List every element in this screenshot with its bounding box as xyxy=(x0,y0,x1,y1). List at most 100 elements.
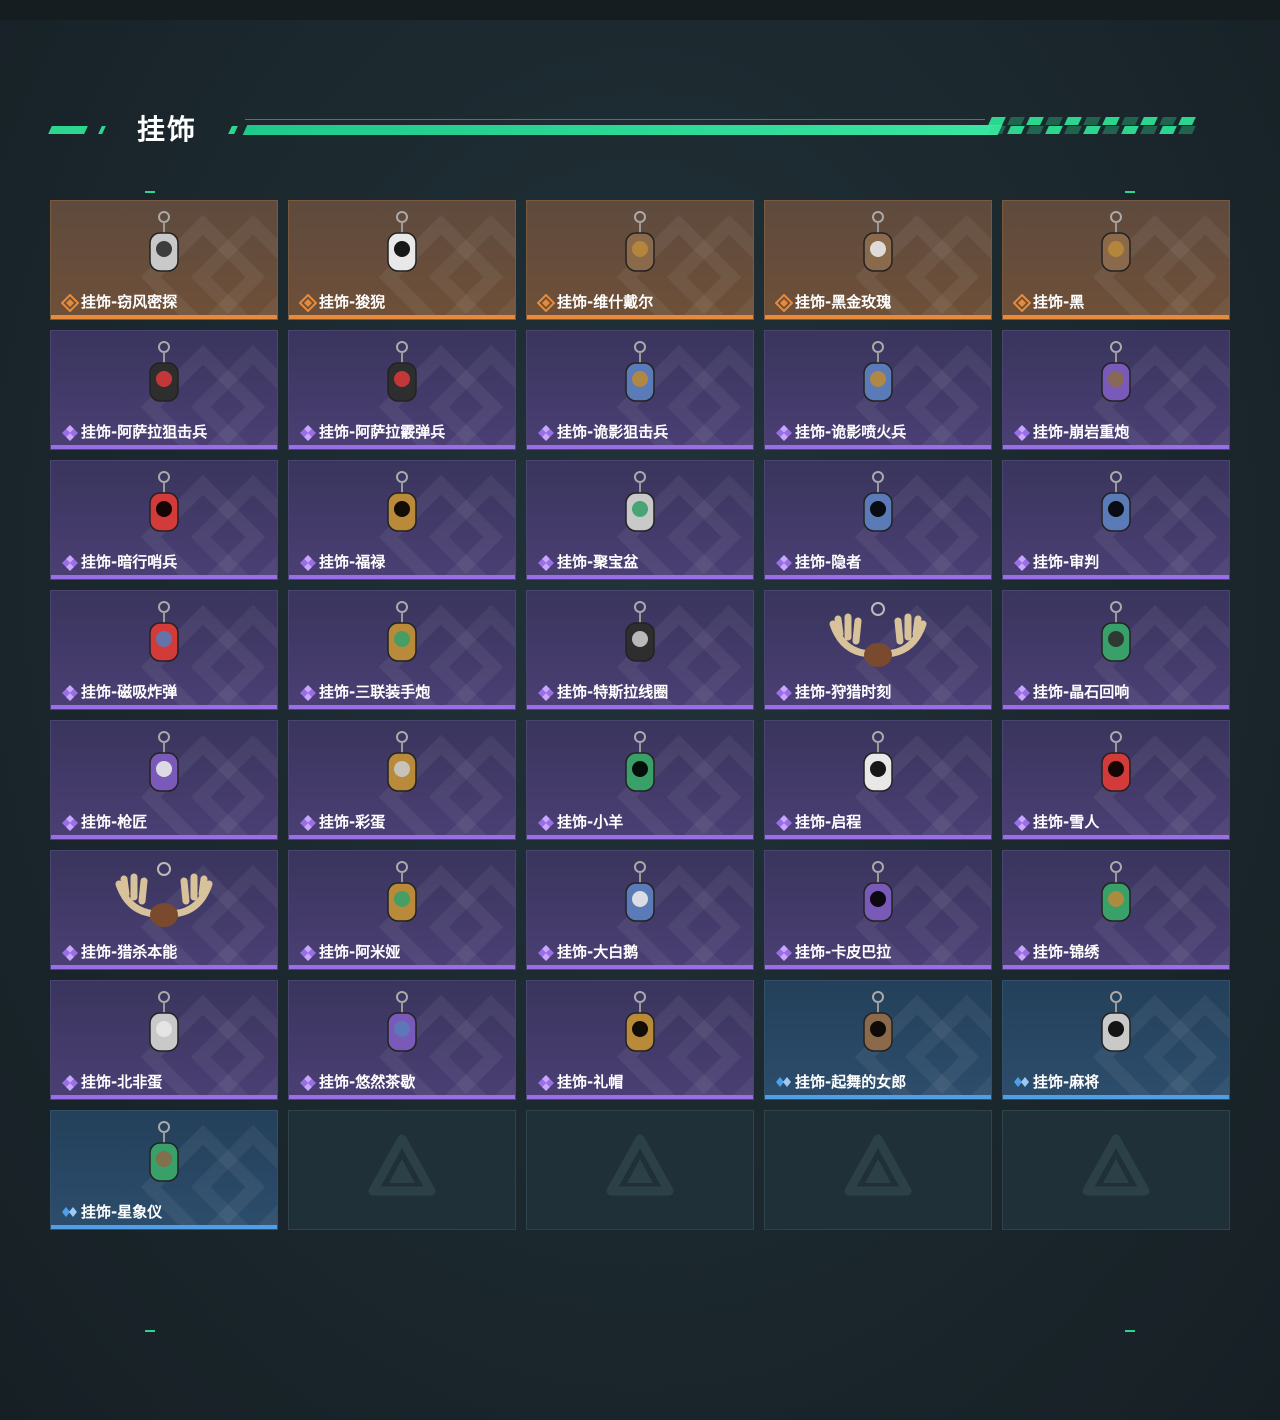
charm-label: 挂饰-起舞的女郎 xyxy=(775,1071,906,1092)
charm-card[interactable]: 挂饰-大白鹅 xyxy=(526,850,754,970)
checker-square xyxy=(988,126,1006,134)
charm-card[interactable]: 挂饰-阿米娅 xyxy=(288,850,516,970)
corner-mark xyxy=(145,1330,155,1332)
rarity-stripe xyxy=(289,705,515,709)
crystal-charm-icon xyxy=(1076,599,1156,679)
gourd-charm-icon xyxy=(362,469,442,549)
charm-label: 挂饰-诡影狙击兵 xyxy=(537,421,668,442)
hand-cannon-charm-icon xyxy=(362,599,442,679)
charm-card[interactable]: 挂饰-起舞的女郎 xyxy=(764,980,992,1100)
charm-name: 挂饰-审判 xyxy=(1033,553,1100,571)
rarity-stripe xyxy=(1003,1095,1229,1099)
charm-card[interactable]: 挂饰-彩蛋 xyxy=(288,720,516,840)
charm-name: 挂饰-锦绣 xyxy=(1033,943,1100,961)
charm-name: 挂饰-黑 xyxy=(1033,293,1085,311)
rarity-stripe xyxy=(1003,835,1229,839)
magnetic-bomb-charm-icon xyxy=(124,599,204,679)
rarity-purple-icon xyxy=(1013,814,1030,831)
charm-card[interactable]: 挂饰-悠然茶歇 xyxy=(288,980,516,1100)
charm-card[interactable]: 挂饰-诡影狙击兵 xyxy=(526,330,754,450)
charm-label: 挂饰-枪匠 xyxy=(61,811,147,832)
charm-card[interactable]: 挂饰-星象仪 xyxy=(50,1110,278,1230)
charm-card[interactable]: 挂饰-磁吸炸弹 xyxy=(50,590,278,710)
empty-charm-slot[interactable] xyxy=(288,1110,516,1230)
charm-name: 挂饰-枪匠 xyxy=(81,813,148,831)
rarity-purple-icon xyxy=(775,424,792,441)
charm-card[interactable]: 挂饰-聚宝盆 xyxy=(526,460,754,580)
rarity-purple-icon xyxy=(537,684,554,701)
charm-card[interactable]: 挂饰-特斯拉线圈 xyxy=(526,590,754,710)
charm-label: 挂饰-崩岩重炮 xyxy=(1013,421,1129,442)
rarity-stripe xyxy=(1003,445,1229,449)
rarity-blue-icon xyxy=(775,1074,791,1090)
rarity-stripe xyxy=(1003,575,1229,579)
corner-mark xyxy=(1125,1330,1135,1332)
charm-card[interactable]: 挂饰-晶石回响 xyxy=(1002,590,1230,710)
charm-card[interactable]: 挂饰-维什戴尔 xyxy=(526,200,754,320)
rarity-stripe xyxy=(289,835,515,839)
charm-card[interactable]: 挂饰-麻将 xyxy=(1002,980,1230,1100)
empty-charm-slot[interactable] xyxy=(526,1110,754,1230)
rarity-purple-icon xyxy=(1013,684,1030,701)
fedora-charm-icon xyxy=(600,989,680,1069)
charm-card[interactable]: 挂饰-审判 xyxy=(1002,460,1230,580)
charm-card[interactable]: 挂饰-诡影喷火兵 xyxy=(764,330,992,450)
charm-card[interactable]: 挂饰-北非蛋 xyxy=(50,980,278,1100)
charm-card[interactable]: 挂饰-暗行哨兵 xyxy=(50,460,278,580)
header-accent-tick xyxy=(228,126,238,134)
rarity-purple-icon xyxy=(537,1074,554,1091)
charm-card[interactable]: 挂饰-锦绣 xyxy=(1002,850,1230,970)
checker-square xyxy=(1178,126,1196,134)
charm-label: 挂饰-麻将 xyxy=(1013,1071,1099,1092)
charm-card[interactable]: 挂饰-猎杀本能 xyxy=(50,850,278,970)
charm-card[interactable]: 挂饰-窃风密探 xyxy=(50,200,278,320)
soldier-figure-charm-icon xyxy=(124,339,204,419)
rarity-purple-icon xyxy=(1013,424,1030,441)
header-thin-line xyxy=(245,119,985,120)
charm-card[interactable]: 挂饰-枪匠 xyxy=(50,720,278,840)
charm-card[interactable]: 挂饰-黑 xyxy=(1002,200,1230,320)
empty-charm-slot[interactable] xyxy=(1002,1110,1230,1230)
rarity-purple-icon xyxy=(61,554,78,571)
astrolabe-charm-icon xyxy=(124,1119,204,1199)
card-tag-charm-icon xyxy=(600,209,680,289)
rarity-orange-icon xyxy=(774,293,794,312)
charm-card[interactable]: 挂饰-小羊 xyxy=(526,720,754,840)
charm-label: 挂饰-星象仪 xyxy=(61,1201,162,1222)
rarity-stripe xyxy=(1003,315,1229,319)
charm-name: 挂饰-三联装手炮 xyxy=(319,683,431,701)
tarot-card-charm-icon xyxy=(838,469,918,549)
charm-card[interactable]: 挂饰-阿萨拉狙击兵 xyxy=(50,330,278,450)
charm-card[interactable]: 挂饰-礼帽 xyxy=(526,980,754,1100)
rarity-purple-icon xyxy=(61,944,78,961)
charm-card[interactable]: 挂饰-隐者 xyxy=(764,460,992,580)
charm-name: 挂饰-特斯拉线圈 xyxy=(557,683,669,701)
checker-square xyxy=(1121,117,1139,125)
rarity-orange-icon xyxy=(298,293,318,312)
charm-label: 挂饰-诡影喷火兵 xyxy=(775,421,906,442)
charm-card[interactable]: 挂饰-狩猎时刻 xyxy=(764,590,992,710)
charm-card[interactable]: 挂饰-崩岩重炮 xyxy=(1002,330,1230,450)
checker-square xyxy=(1102,117,1120,125)
charm-card[interactable]: 挂饰-福禄 xyxy=(288,460,516,580)
charm-label: 挂饰-狻猊 xyxy=(298,291,385,312)
mahjong-tile-charm-icon xyxy=(1076,989,1156,1069)
rarity-stripe xyxy=(289,575,515,579)
dancer-figure-charm-icon xyxy=(838,989,918,1069)
charm-name: 挂饰-礼帽 xyxy=(557,1073,624,1091)
rarity-purple-icon xyxy=(61,424,78,441)
purple-lion-charm-icon xyxy=(362,209,442,289)
charm-card[interactable]: 挂饰-黑金玫瑰 xyxy=(764,200,992,320)
charm-card[interactable]: 挂饰-启程 xyxy=(764,720,992,840)
empty-charm-slot[interactable] xyxy=(764,1110,992,1230)
charm-card[interactable]: 挂饰-三联装手炮 xyxy=(288,590,516,710)
charm-name: 挂饰-诡影喷火兵 xyxy=(795,423,907,441)
charm-card[interactable]: 挂饰-狻猊 xyxy=(288,200,516,320)
charm-card[interactable]: 挂饰-卡皮巴拉 xyxy=(764,850,992,970)
rarity-stripe xyxy=(289,315,515,319)
charm-label: 挂饰-三联装手炮 xyxy=(299,681,430,702)
checker-square xyxy=(1026,117,1044,125)
charm-card[interactable]: 挂饰-阿萨拉霰弹兵 xyxy=(288,330,516,450)
charm-card[interactable]: 挂饰-雪人 xyxy=(1002,720,1230,840)
rarity-purple-icon xyxy=(1013,554,1030,571)
